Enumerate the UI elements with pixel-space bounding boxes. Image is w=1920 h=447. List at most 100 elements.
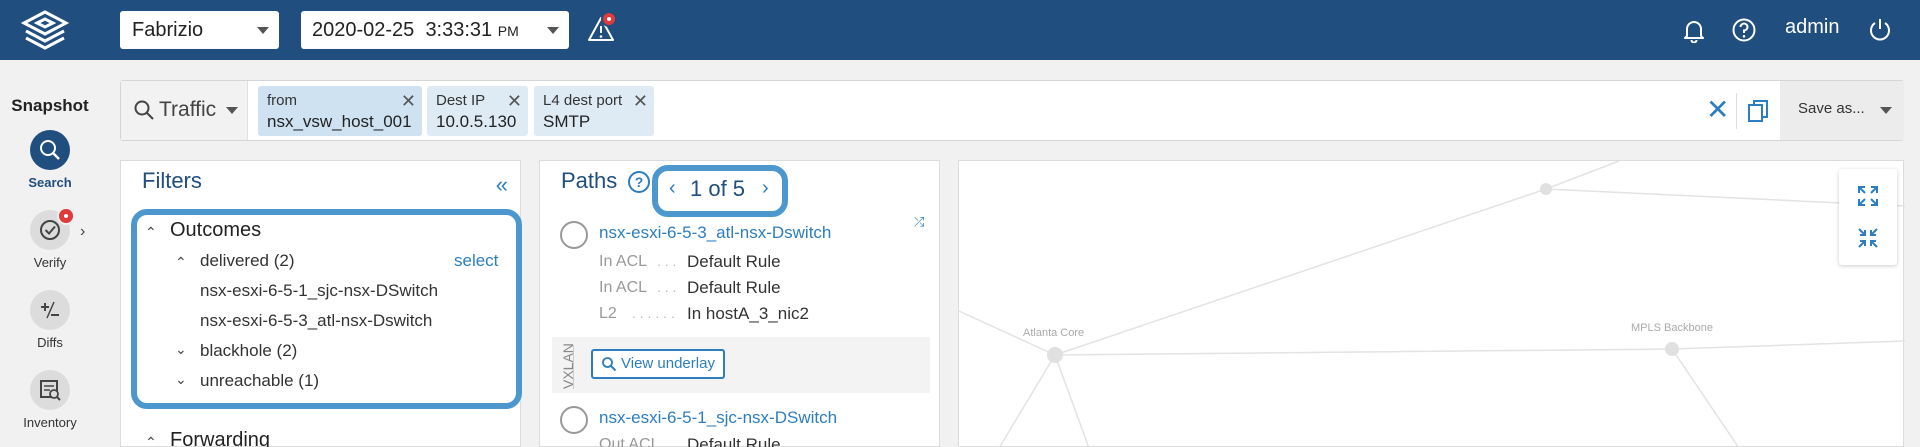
- paths-title: Paths: [561, 168, 618, 193]
- close-icon[interactable]: ✕: [507, 91, 522, 112]
- plus-minus-icon: [41, 301, 59, 319]
- help-icon[interactable]: ?: [628, 171, 650, 193]
- chevron-down-icon: [226, 107, 238, 114]
- chevron-left-icon[interactable]: ‹: [669, 177, 676, 200]
- device-icon: [560, 221, 588, 249]
- nav-label-diffs[interactable]: Diffs: [0, 335, 100, 350]
- delivered-group-label[interactable]: delivered (2): [200, 251, 295, 271]
- hop-field-value: Default Rule: [687, 252, 781, 271]
- network-select[interactable]: Fabrizio: [120, 11, 279, 49]
- save-as-label: Save as...: [1798, 100, 1865, 117]
- hop-field-label: L2: [599, 305, 617, 322]
- chip-value: nsx_vsw_host_001: [267, 112, 412, 131]
- topology-links: [959, 161, 1905, 447]
- network-select-value: Fabrizio: [132, 19, 204, 41]
- chip-key: from: [267, 92, 297, 109]
- vxlan-tunnel: VXLAN View underlay: [552, 337, 930, 393]
- hop-field-label: Out ACL: [599, 436, 660, 447]
- map-node[interactable]: [1665, 342, 1679, 356]
- map-toolbar: [1839, 169, 1897, 265]
- nav-label-verify[interactable]: Verify: [0, 255, 100, 270]
- hop-field-label: In ACL: [599, 279, 648, 296]
- nav-label-search[interactable]: Search: [0, 175, 100, 190]
- power-icon[interactable]: [1867, 17, 1893, 43]
- divider: [1736, 93, 1737, 129]
- map-node[interactable]: [1047, 347, 1063, 363]
- vxlan-label: VXLAN: [560, 343, 576, 389]
- nav-section-title: Snapshot: [11, 96, 89, 115]
- logo-icon[interactable]: [18, 9, 72, 51]
- unreachable-group-label[interactable]: unreachable (1): [200, 371, 319, 391]
- chevron-up-icon[interactable]: ⌃: [145, 434, 157, 447]
- blackhole-group-label[interactable]: blackhole (2): [200, 341, 297, 361]
- select-link[interactable]: select: [454, 251, 498, 271]
- delivered-item[interactable]: nsx-esxi-6-5-1_sjc-nsx-DSwitch: [200, 281, 438, 301]
- paths-panel: Paths ? ‹ 1 of 5 › ⤮ nsx-esxi-6-5-3_atl-…: [539, 160, 940, 447]
- leader-dots: . . . . . .: [632, 305, 675, 321]
- double-chevron-left-icon[interactable]: «: [496, 172, 508, 198]
- topology-map[interactable]: Atlanta Core MPLS Backbone: [958, 160, 1905, 447]
- view-underlay-button[interactable]: View underlay: [591, 349, 725, 379]
- close-icon[interactable]: ✕: [633, 91, 648, 112]
- view-underlay-label: View underlay: [621, 355, 715, 372]
- nav-search-button[interactable]: [30, 130, 70, 170]
- chevron-down-icon: [257, 27, 269, 34]
- chevron-right-icon[interactable]: ›: [80, 223, 85, 241]
- outcomes-section-label[interactable]: Outcomes: [170, 219, 261, 242]
- snapshot-date: 2020-02-25: [312, 19, 415, 41]
- chevron-up-icon[interactable]: ⌃: [175, 254, 187, 271]
- help-icon[interactable]: [1731, 17, 1757, 43]
- filters-title: Filters: [142, 168, 202, 193]
- chevron-down-icon[interactable]: ⌄: [175, 341, 187, 358]
- hop-field-value: In hostA_3_nic2: [687, 304, 809, 323]
- hop-device-name[interactable]: nsx-esxi-6-5-3_atl-nsx-Dswitch: [599, 223, 831, 243]
- save-as-button[interactable]: Save as...: [1780, 81, 1904, 140]
- inventory-icon: [40, 380, 61, 401]
- copy-icon[interactable]: [1746, 99, 1770, 123]
- search-mode-select[interactable]: Traffic: [121, 81, 248, 140]
- forwarding-section-label[interactable]: Forwarding: [170, 429, 270, 447]
- search-icon: [602, 357, 617, 372]
- device-icon: [560, 406, 588, 434]
- leader-dots: . . .: [657, 253, 677, 269]
- chip-value: SMTP: [543, 112, 591, 131]
- chevron-down-icon: [1880, 107, 1892, 114]
- snapshot-time: 3:33:31: [425, 19, 493, 41]
- nav-diffs-button[interactable]: [30, 290, 70, 330]
- chevron-up-icon[interactable]: ⌃: [145, 224, 157, 241]
- filter-chip-from[interactable]: from nsx_vsw_host_001 ✕: [258, 86, 422, 136]
- filter-chip-dest-ip[interactable]: Dest IP 10.0.5.130 ✕: [427, 86, 528, 136]
- expand-icon[interactable]: [1857, 185, 1879, 207]
- filters-panel: Filters « ⌃ Outcomes ⌃ delivered (2) sel…: [120, 160, 522, 447]
- filter-chip-l4-dest-port[interactable]: L4 dest port SMTP ✕: [534, 86, 654, 136]
- close-icon[interactable]: ✕: [401, 91, 416, 112]
- snapshot-date-select[interactable]: 2020-02-25 3:33:31 PM: [301, 11, 569, 49]
- chevron-down-icon: [547, 27, 559, 34]
- search-bar: Traffic from nsx_vsw_host_001 ✕ Dest IP …: [120, 80, 1904, 141]
- search-icon: [134, 100, 154, 120]
- delivered-item[interactable]: nsx-esxi-6-5-3_atl-nsx-Dswitch: [200, 311, 432, 331]
- path-pager: ‹ 1 of 5 ›: [652, 165, 788, 217]
- nav-label-inventory[interactable]: Inventory: [0, 415, 100, 430]
- left-nav: Snapshot Search › Verify Diffs Inventory: [0, 60, 100, 447]
- chevron-down-icon[interactable]: ⌄: [175, 371, 187, 388]
- bell-icon[interactable]: [1681, 17, 1707, 43]
- snapshot-ampm: PM: [497, 23, 519, 39]
- pager-text: 1 of 5: [690, 176, 746, 201]
- hop-field-label: In ACL: [599, 253, 648, 270]
- chevron-right-icon[interactable]: ›: [762, 177, 769, 200]
- hop-field-value: Default Rule: [687, 278, 781, 297]
- verify-badge: [57, 207, 75, 225]
- top-bar: Fabrizio 2020-02-25 3:33:31 PM admin: [0, 0, 1920, 60]
- hop-device-name[interactable]: nsx-esxi-6-5-1_sjc-nsx-DSwitch: [599, 408, 837, 428]
- leader-dots: . . .: [657, 279, 677, 295]
- map-node[interactable]: [1540, 183, 1552, 195]
- map-node-label: MPLS Backbone: [1631, 322, 1713, 334]
- chip-key: L4 dest port: [543, 92, 623, 109]
- nav-inventory-button[interactable]: [30, 370, 70, 410]
- map-node-label: Atlanta Core: [1023, 327, 1085, 339]
- shuffle-icon[interactable]: ⤮: [914, 214, 924, 230]
- user-name[interactable]: admin: [1785, 16, 1839, 39]
- collapse-icon[interactable]: [1857, 227, 1879, 249]
- clear-search-icon[interactable]: ✕: [1706, 93, 1729, 126]
